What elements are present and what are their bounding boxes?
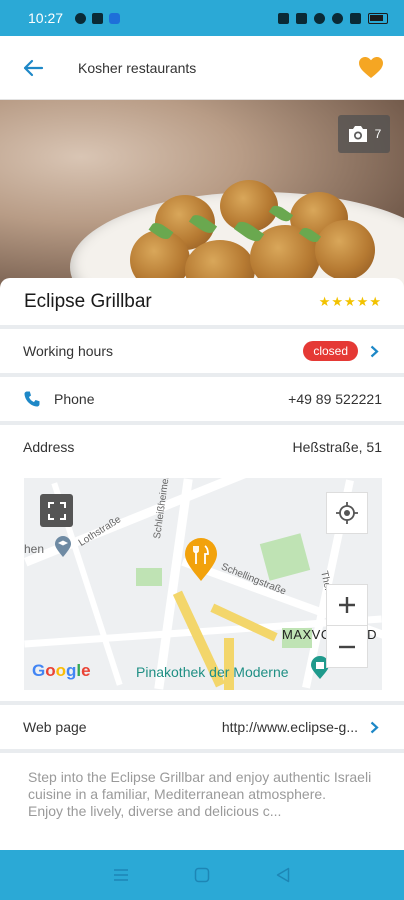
- web-page-row[interactable]: Web page http://www.eclipse-g...: [0, 705, 404, 749]
- poi-label: Pinakothek der Moderne: [136, 664, 289, 680]
- phone-number[interactable]: +49 89 522221: [288, 391, 382, 407]
- back-button[interactable]: [18, 53, 48, 83]
- photo-gallery-button[interactable]: 7: [338, 115, 390, 153]
- restaurant-header: Eclipse Grillbar ★★★★★: [0, 278, 404, 325]
- fullscreen-button[interactable]: [40, 494, 73, 527]
- page-title: Kosher restaurants: [78, 59, 197, 76]
- working-hours-label: Working hours: [23, 343, 114, 359]
- status-time: 10:27: [28, 10, 64, 26]
- back-nav-button[interactable]: [271, 863, 295, 887]
- app-notification-icon: [109, 12, 121, 24]
- google-logo: Google: [32, 661, 91, 680]
- chevron-right-icon: [370, 720, 382, 734]
- web-page-label: Web page: [23, 719, 87, 735]
- working-hours-row[interactable]: Working hours closed: [0, 329, 404, 373]
- nfc-icon: [296, 12, 307, 24]
- plus-icon: [339, 597, 355, 613]
- status-bar: 10:27: [0, 0, 404, 36]
- photo-count: 7: [374, 127, 382, 141]
- phone-icon: [24, 391, 40, 407]
- home-button[interactable]: [190, 863, 214, 887]
- street-label: Lothstraße: [76, 514, 124, 549]
- location-icon: [314, 12, 325, 24]
- crosshair-icon: [336, 502, 358, 524]
- phone-label: Phone: [54, 391, 95, 407]
- zoom-out-button[interactable]: [326, 626, 368, 668]
- notification-icon: [75, 12, 87, 24]
- restaurant-pin-icon[interactable]: [184, 538, 218, 582]
- key-icon: [92, 12, 104, 24]
- rating-stars: ★★★★★: [318, 293, 382, 309]
- wifi-icon: [332, 12, 343, 24]
- sim-icon: [350, 12, 361, 24]
- status-badge: closed: [303, 341, 358, 361]
- zoom-in-button[interactable]: [326, 584, 368, 626]
- chevron-right-icon: [370, 344, 382, 358]
- system-nav-bar: [0, 850, 404, 900]
- restaurant-photo[interactable]: 7: [0, 100, 404, 290]
- arrow-left-icon: [23, 59, 44, 76]
- my-location-button[interactable]: [326, 492, 368, 534]
- street-label: Schleißheimer Str.: [152, 478, 175, 540]
- description-text: Enjoy the lively, diverse and delicious …: [28, 803, 282, 819]
- web-page-url[interactable]: http://www.eclipse-g...: [222, 719, 358, 735]
- battery-icon: [368, 12, 388, 24]
- vibrate-icon: [278, 12, 289, 24]
- app-bar: Kosher restaurants: [0, 36, 404, 100]
- location-map[interactable]: Lothstraße Schleißheimer Str. Schellings…: [24, 478, 382, 690]
- address-label: Address: [23, 439, 75, 455]
- food-graphic: [315, 220, 375, 280]
- place-label: hen: [24, 542, 45, 556]
- fullscreen-icon: [47, 501, 66, 520]
- address-value: Heßstraße, 51: [292, 439, 382, 455]
- menu-button[interactable]: [109, 863, 133, 887]
- restaurant-name: Eclipse Grillbar: [24, 290, 152, 312]
- menu-icon: [113, 869, 128, 881]
- university-marker-icon[interactable]: [54, 536, 72, 558]
- phone-row[interactable]: Phone +49 89 522221: [0, 377, 404, 421]
- triangle-back-icon: [277, 867, 290, 883]
- description-text: Step into the Eclipse Grillbar and enjoy…: [28, 769, 372, 802]
- favorite-button[interactable]: [356, 53, 386, 83]
- heart-icon: [359, 56, 383, 78]
- camera-icon: [348, 126, 367, 142]
- minus-icon: [339, 645, 355, 648]
- description: Step into the Eclipse Grillbar and enjoy…: [0, 753, 404, 850]
- square-icon: [194, 867, 210, 883]
